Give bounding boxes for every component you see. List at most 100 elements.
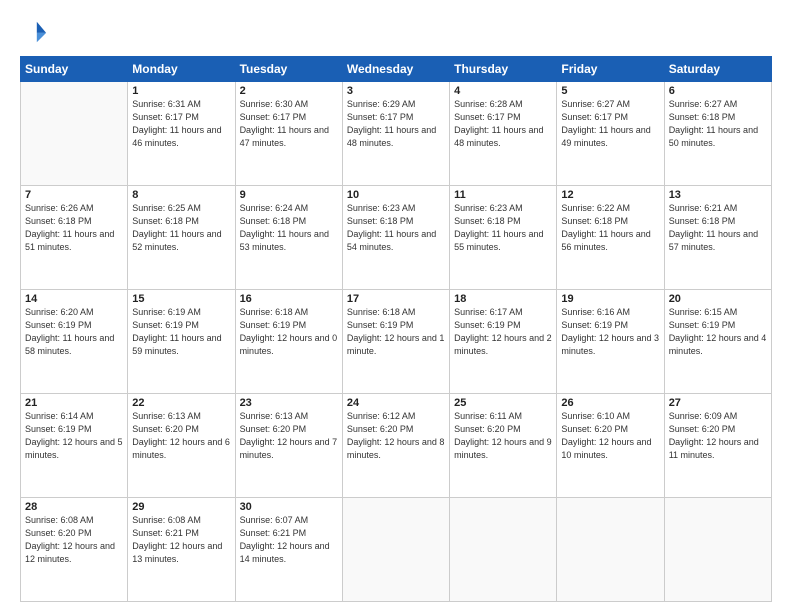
day-info: Sunrise: 6:30 AMSunset: 6:17 PMDaylight:… — [240, 98, 338, 150]
logo — [20, 18, 52, 46]
day-cell: 14 Sunrise: 6:20 AMSunset: 6:19 PMDaylig… — [21, 290, 128, 394]
day-cell: 26 Sunrise: 6:10 AMSunset: 6:20 PMDaylig… — [557, 394, 664, 498]
day-number: 17 — [347, 293, 445, 305]
day-number: 15 — [132, 293, 230, 305]
col-header-tuesday: Tuesday — [235, 57, 342, 82]
day-cell: 1 Sunrise: 6:31 AMSunset: 6:17 PMDayligh… — [128, 82, 235, 186]
day-cell: 7 Sunrise: 6:26 AMSunset: 6:18 PMDayligh… — [21, 186, 128, 290]
day-info: Sunrise: 6:29 AMSunset: 6:17 PMDaylight:… — [347, 98, 445, 150]
day-info: Sunrise: 6:31 AMSunset: 6:17 PMDaylight:… — [132, 98, 230, 150]
day-info: Sunrise: 6:28 AMSunset: 6:17 PMDaylight:… — [454, 98, 552, 150]
day-number: 21 — [25, 397, 123, 409]
day-info: Sunrise: 6:20 AMSunset: 6:19 PMDaylight:… — [25, 306, 123, 358]
day-number: 1 — [132, 85, 230, 97]
day-number: 12 — [561, 189, 659, 201]
day-cell: 21 Sunrise: 6:14 AMSunset: 6:19 PMDaylig… — [21, 394, 128, 498]
col-header-wednesday: Wednesday — [342, 57, 449, 82]
day-info: Sunrise: 6:18 AMSunset: 6:19 PMDaylight:… — [347, 306, 445, 358]
day-cell: 2 Sunrise: 6:30 AMSunset: 6:17 PMDayligh… — [235, 82, 342, 186]
day-info: Sunrise: 6:27 AMSunset: 6:17 PMDaylight:… — [561, 98, 659, 150]
day-cell: 22 Sunrise: 6:13 AMSunset: 6:20 PMDaylig… — [128, 394, 235, 498]
day-cell — [342, 498, 449, 602]
day-info: Sunrise: 6:15 AMSunset: 6:19 PMDaylight:… — [669, 306, 767, 358]
page: SundayMondayTuesdayWednesdayThursdayFrid… — [0, 0, 792, 612]
day-cell: 11 Sunrise: 6:23 AMSunset: 6:18 PMDaylig… — [450, 186, 557, 290]
day-info: Sunrise: 6:14 AMSunset: 6:19 PMDaylight:… — [25, 410, 123, 462]
day-info: Sunrise: 6:12 AMSunset: 6:20 PMDaylight:… — [347, 410, 445, 462]
day-cell — [450, 498, 557, 602]
day-cell: 12 Sunrise: 6:22 AMSunset: 6:18 PMDaylig… — [557, 186, 664, 290]
col-header-thursday: Thursday — [450, 57, 557, 82]
col-header-monday: Monday — [128, 57, 235, 82]
day-number: 6 — [669, 85, 767, 97]
day-info: Sunrise: 6:25 AMSunset: 6:18 PMDaylight:… — [132, 202, 230, 254]
day-cell: 5 Sunrise: 6:27 AMSunset: 6:17 PMDayligh… — [557, 82, 664, 186]
week-row-2: 14 Sunrise: 6:20 AMSunset: 6:19 PMDaylig… — [21, 290, 772, 394]
day-info: Sunrise: 6:09 AMSunset: 6:20 PMDaylight:… — [669, 410, 767, 462]
day-cell — [21, 82, 128, 186]
day-info: Sunrise: 6:21 AMSunset: 6:18 PMDaylight:… — [669, 202, 767, 254]
logo-icon — [20, 18, 48, 46]
day-number: 26 — [561, 397, 659, 409]
day-number: 29 — [132, 501, 230, 513]
day-info: Sunrise: 6:11 AMSunset: 6:20 PMDaylight:… — [454, 410, 552, 462]
day-cell: 4 Sunrise: 6:28 AMSunset: 6:17 PMDayligh… — [450, 82, 557, 186]
day-info: Sunrise: 6:23 AMSunset: 6:18 PMDaylight:… — [347, 202, 445, 254]
day-number: 28 — [25, 501, 123, 513]
day-cell: 16 Sunrise: 6:18 AMSunset: 6:19 PMDaylig… — [235, 290, 342, 394]
day-info: Sunrise: 6:24 AMSunset: 6:18 PMDaylight:… — [240, 202, 338, 254]
col-header-sunday: Sunday — [21, 57, 128, 82]
calendar-table: SundayMondayTuesdayWednesdayThursdayFrid… — [20, 56, 772, 602]
day-cell: 30 Sunrise: 6:07 AMSunset: 6:21 PMDaylig… — [235, 498, 342, 602]
col-header-friday: Friday — [557, 57, 664, 82]
day-cell: 15 Sunrise: 6:19 AMSunset: 6:19 PMDaylig… — [128, 290, 235, 394]
day-number: 13 — [669, 189, 767, 201]
day-number: 5 — [561, 85, 659, 97]
day-info: Sunrise: 6:27 AMSunset: 6:18 PMDaylight:… — [669, 98, 767, 150]
day-info: Sunrise: 6:08 AMSunset: 6:21 PMDaylight:… — [132, 514, 230, 566]
day-cell: 17 Sunrise: 6:18 AMSunset: 6:19 PMDaylig… — [342, 290, 449, 394]
day-cell: 3 Sunrise: 6:29 AMSunset: 6:17 PMDayligh… — [342, 82, 449, 186]
day-number: 2 — [240, 85, 338, 97]
day-cell — [664, 498, 771, 602]
day-info: Sunrise: 6:08 AMSunset: 6:20 PMDaylight:… — [25, 514, 123, 566]
day-number: 4 — [454, 85, 552, 97]
week-row-1: 7 Sunrise: 6:26 AMSunset: 6:18 PMDayligh… — [21, 186, 772, 290]
day-number: 20 — [669, 293, 767, 305]
day-number: 23 — [240, 397, 338, 409]
col-header-saturday: Saturday — [664, 57, 771, 82]
day-number: 30 — [240, 501, 338, 513]
day-info: Sunrise: 6:22 AMSunset: 6:18 PMDaylight:… — [561, 202, 659, 254]
week-row-3: 21 Sunrise: 6:14 AMSunset: 6:19 PMDaylig… — [21, 394, 772, 498]
week-row-4: 28 Sunrise: 6:08 AMSunset: 6:20 PMDaylig… — [21, 498, 772, 602]
day-info: Sunrise: 6:07 AMSunset: 6:21 PMDaylight:… — [240, 514, 338, 566]
day-number: 8 — [132, 189, 230, 201]
day-number: 9 — [240, 189, 338, 201]
day-cell: 27 Sunrise: 6:09 AMSunset: 6:20 PMDaylig… — [664, 394, 771, 498]
day-number: 10 — [347, 189, 445, 201]
day-cell: 28 Sunrise: 6:08 AMSunset: 6:20 PMDaylig… — [21, 498, 128, 602]
day-number: 11 — [454, 189, 552, 201]
day-info: Sunrise: 6:10 AMSunset: 6:20 PMDaylight:… — [561, 410, 659, 462]
day-number: 25 — [454, 397, 552, 409]
day-info: Sunrise: 6:13 AMSunset: 6:20 PMDaylight:… — [240, 410, 338, 462]
day-cell: 9 Sunrise: 6:24 AMSunset: 6:18 PMDayligh… — [235, 186, 342, 290]
day-info: Sunrise: 6:13 AMSunset: 6:20 PMDaylight:… — [132, 410, 230, 462]
day-number: 16 — [240, 293, 338, 305]
day-number: 27 — [669, 397, 767, 409]
day-number: 18 — [454, 293, 552, 305]
day-info: Sunrise: 6:16 AMSunset: 6:19 PMDaylight:… — [561, 306, 659, 358]
day-number: 14 — [25, 293, 123, 305]
calendar-header-row: SundayMondayTuesdayWednesdayThursdayFrid… — [21, 57, 772, 82]
day-number: 3 — [347, 85, 445, 97]
day-cell: 29 Sunrise: 6:08 AMSunset: 6:21 PMDaylig… — [128, 498, 235, 602]
day-info: Sunrise: 6:26 AMSunset: 6:18 PMDaylight:… — [25, 202, 123, 254]
day-number: 19 — [561, 293, 659, 305]
day-info: Sunrise: 6:17 AMSunset: 6:19 PMDaylight:… — [454, 306, 552, 358]
header — [20, 18, 772, 46]
day-cell: 23 Sunrise: 6:13 AMSunset: 6:20 PMDaylig… — [235, 394, 342, 498]
day-number: 22 — [132, 397, 230, 409]
day-cell: 25 Sunrise: 6:11 AMSunset: 6:20 PMDaylig… — [450, 394, 557, 498]
day-cell: 10 Sunrise: 6:23 AMSunset: 6:18 PMDaylig… — [342, 186, 449, 290]
day-number: 7 — [25, 189, 123, 201]
